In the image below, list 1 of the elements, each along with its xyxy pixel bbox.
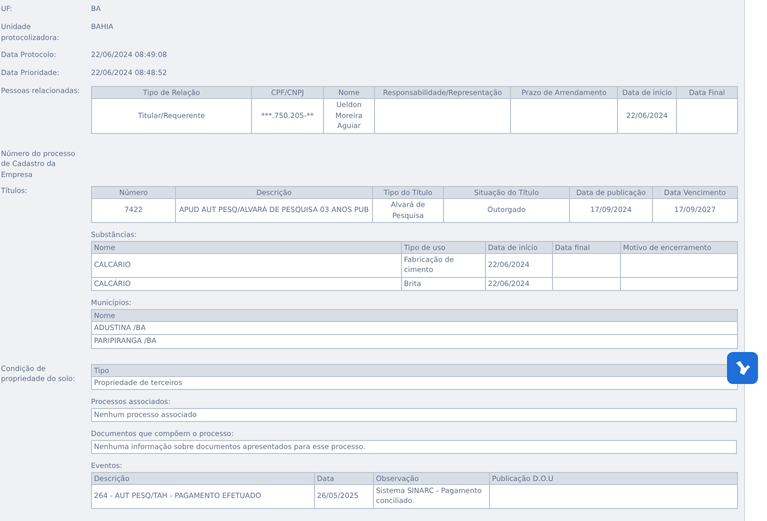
- accessibility-button[interactable]: [727, 352, 758, 384]
